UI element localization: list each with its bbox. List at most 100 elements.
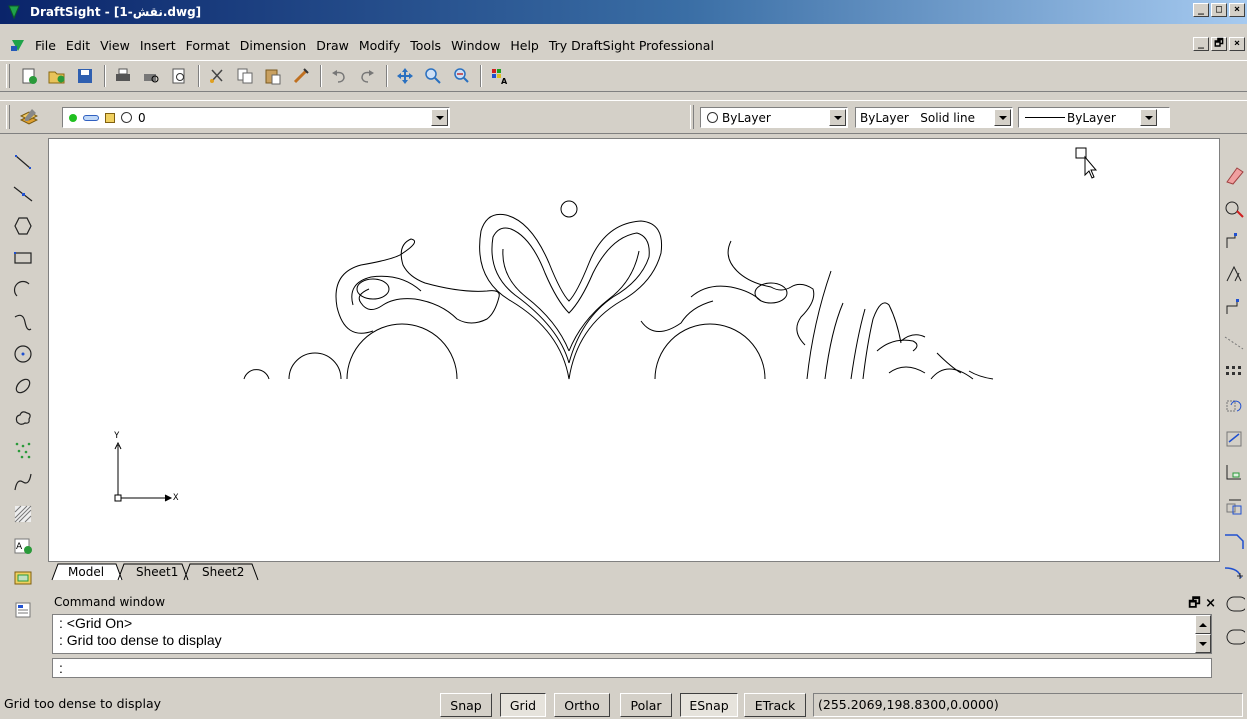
lineweight-sample <box>1025 117 1065 118</box>
fillet-2-icon[interactable] <box>1223 620 1247 653</box>
paste-icon[interactable] <box>260 63 286 89</box>
redo-icon[interactable] <box>354 63 380 89</box>
rotate-icon[interactable] <box>1223 356 1247 389</box>
toolbar-grip[interactable] <box>6 64 10 88</box>
offset-icon[interactable] <box>1223 257 1247 290</box>
pan-icon[interactable] <box>392 63 418 89</box>
ucs-icon <box>114 441 173 502</box>
tab-sheet2[interactable]: Sheet2 <box>194 563 252 581</box>
close-button[interactable]: × <box>1229 3 1245 17</box>
lineweight-combo[interactable]: ByLayer <box>1018 107 1170 128</box>
cloud-icon[interactable] <box>9 402 37 434</box>
text-icon[interactable] <box>9 594 37 626</box>
tab-model[interactable]: Model <box>60 563 112 581</box>
chamfer-icon[interactable] <box>1223 554 1247 587</box>
open-icon[interactable] <box>44 63 70 89</box>
layer-combo[interactable]: 0 <box>62 107 450 128</box>
color-dropdown-button[interactable] <box>829 109 846 126</box>
copy-icon[interactable] <box>1223 191 1247 224</box>
etrack-toggle[interactable]: ETrack <box>744 693 806 717</box>
doc-restore-button[interactable]: 🗗 <box>1211 37 1227 51</box>
menu-help[interactable]: Help <box>505 38 544 53</box>
layer-on-icon[interactable] <box>69 113 77 122</box>
menu-tools[interactable]: Tools <box>405 38 446 53</box>
snap-toggle[interactable]: Snap <box>440 693 492 717</box>
minimize-button[interactable]: _ <box>1193 3 1209 17</box>
save-icon[interactable] <box>72 63 98 89</box>
ortho-toggle[interactable]: Ortho <box>554 693 610 717</box>
hatch-icon[interactable] <box>9 498 37 530</box>
spline-icon[interactable] <box>9 306 37 338</box>
menu-draw[interactable]: Draw <box>311 38 354 53</box>
arc-icon[interactable] <box>9 274 37 306</box>
circle-icon[interactable] <box>9 338 37 370</box>
scroll-down-button[interactable] <box>1195 634 1211 653</box>
zoom-window-icon[interactable] <box>420 63 446 89</box>
layer-freeze-icon[interactable] <box>83 114 99 121</box>
grid-toggle[interactable]: Grid <box>500 693 546 717</box>
cut-icon[interactable] <box>204 63 230 89</box>
command-input[interactable]: : <box>52 658 1212 678</box>
tab-sheet1[interactable]: Sheet1 <box>128 563 186 581</box>
doc-close-button[interactable]: × <box>1229 37 1245 51</box>
line-icon[interactable] <box>9 146 37 178</box>
menu-dimension[interactable]: Dimension <box>235 38 311 53</box>
layer-dropdown-button[interactable] <box>431 109 448 126</box>
menu-insert[interactable]: Insert <box>135 38 181 53</box>
color-combo[interactable]: ByLayer <box>700 107 848 128</box>
table-icon[interactable] <box>9 562 37 594</box>
esnap-toggle[interactable]: ESnap <box>680 693 738 717</box>
menu-try-professional[interactable]: Try DraftSight Professional <box>544 38 719 53</box>
menu-format[interactable]: Format <box>181 38 235 53</box>
spline-fit-icon[interactable] <box>9 466 37 498</box>
trim-icon[interactable] <box>1223 455 1247 488</box>
menu-edit[interactable]: Edit <box>61 38 95 53</box>
fillet-icon[interactable] <box>1223 587 1247 620</box>
stretch-icon[interactable] <box>1223 422 1247 455</box>
maximize-button[interactable]: □ <box>1211 3 1227 17</box>
layer-color-icon[interactable] <box>121 112 132 123</box>
linestyle-dropdown-button[interactable] <box>994 109 1011 126</box>
array-icon[interactable] <box>1223 323 1247 356</box>
undo-icon[interactable] <box>326 63 352 89</box>
layer-lock-icon[interactable] <box>105 112 115 123</box>
infinite-line-icon[interactable] <box>9 178 37 210</box>
lineweight-dropdown-button[interactable] <box>1140 109 1157 126</box>
print-icon[interactable] <box>110 63 136 89</box>
color-value: ByLayer <box>722 110 771 125</box>
status-bar: Grid too dense to display Snap Grid Orth… <box>0 689 1247 719</box>
note-icon[interactable]: A <box>9 530 37 562</box>
new-icon[interactable] <box>16 63 42 89</box>
layer-manager-icon[interactable] <box>16 104 42 130</box>
drawing-canvas[interactable]: Y X <box>48 138 1220 562</box>
menu-window[interactable]: Window <box>446 38 505 53</box>
print-preview-icon[interactable] <box>138 63 164 89</box>
move-icon[interactable] <box>1223 290 1247 323</box>
menu-view[interactable]: View <box>95 38 135 53</box>
linestyle-combo[interactable]: ByLayer Solid line <box>855 107 1013 128</box>
ucs-x-label: X <box>173 493 179 503</box>
rectangle-icon[interactable] <box>9 242 37 274</box>
point-icon[interactable] <box>9 434 37 466</box>
match-properties-icon[interactable] <box>288 63 314 89</box>
scale-icon[interactable] <box>1223 389 1247 422</box>
command-window-controls[interactable]: 🗗 × <box>1188 594 1216 616</box>
break-icon[interactable] <box>1223 521 1247 554</box>
toolbar-grip[interactable] <box>6 105 10 129</box>
mirror-icon[interactable] <box>1223 224 1247 257</box>
doc-minimize-button[interactable]: _ <box>1193 37 1209 51</box>
command-history[interactable]: : <Grid On> : Grid too dense to display <box>52 614 1212 654</box>
ellipse-icon[interactable] <box>9 370 37 402</box>
document-icon <box>11 40 24 51</box>
scroll-up-button[interactable] <box>1195 615 1211 634</box>
layer-manager-icon[interactable]: A <box>486 63 512 89</box>
menu-file[interactable]: File <box>30 38 61 53</box>
polygon-icon[interactable] <box>9 210 37 242</box>
erase-icon[interactable] <box>1223 158 1247 191</box>
page-setup-icon[interactable] <box>166 63 192 89</box>
zoom-previous-icon[interactable] <box>448 63 474 89</box>
copy-icon[interactable] <box>232 63 258 89</box>
polar-toggle[interactable]: Polar <box>620 693 672 717</box>
extend-icon[interactable] <box>1223 488 1247 521</box>
menu-modify[interactable]: Modify <box>354 38 405 53</box>
